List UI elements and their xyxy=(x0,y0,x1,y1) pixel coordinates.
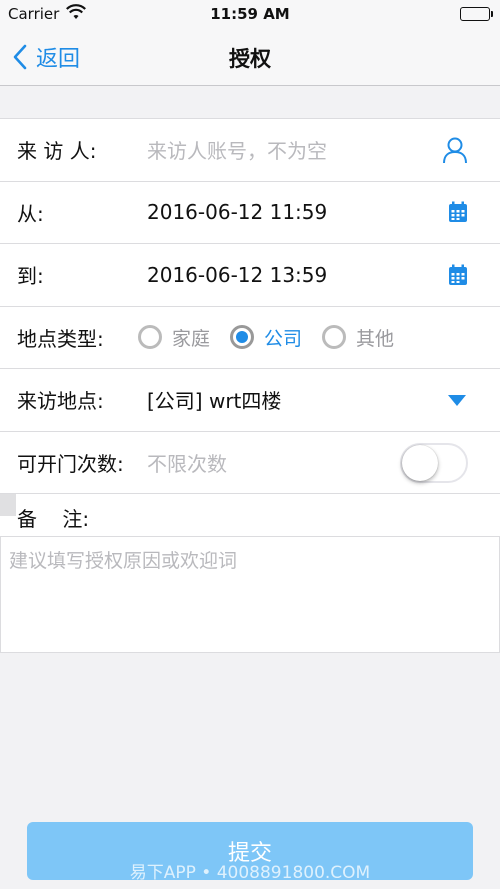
notes-marker xyxy=(0,494,16,516)
location-row[interactable]: 来访地点: [公司] wrt四楼 xyxy=(0,369,500,432)
radio-circle-selected xyxy=(230,325,255,350)
calendar-icon[interactable] xyxy=(448,264,468,286)
battery-icon xyxy=(460,7,493,21)
clock: 11:59 AM xyxy=(210,5,290,23)
open-count-input[interactable]: 不限次数 xyxy=(147,448,227,477)
location-type-label: 地点类型: xyxy=(17,326,104,351)
notes-row: 备 注: xyxy=(0,494,500,536)
authorization-form: 来 访 人: 来访人账号，不为空 从: 2016-06-12 11:59 到: … xyxy=(0,118,500,536)
radio-home[interactable]: 家庭 xyxy=(138,324,210,351)
toggle-knob xyxy=(402,444,438,481)
radio-home-label: 家庭 xyxy=(172,327,211,350)
caret-down-icon[interactable] xyxy=(448,395,466,406)
open-count-label: 可开门次数: xyxy=(17,451,124,476)
to-label: 到: xyxy=(17,264,44,289)
open-count-row: 可开门次数: 不限次数 xyxy=(0,432,500,494)
location-label: 来访地点: xyxy=(17,389,104,414)
location-type-row: 地点类型: 家庭 公司 其他 xyxy=(0,307,500,369)
from-row[interactable]: 从: 2016-06-12 11:59 xyxy=(0,182,500,244)
submit-button[interactable]: 提交 xyxy=(27,822,473,880)
page-title: 授权 xyxy=(229,47,271,71)
location-type-radio-group: 家庭 公司 其他 xyxy=(138,324,414,351)
radio-company-label: 公司 xyxy=(264,327,303,350)
notes-textarea[interactable] xyxy=(0,536,500,653)
radio-company[interactable]: 公司 xyxy=(230,324,302,351)
navigation-bar: 返回 授权 xyxy=(0,28,500,86)
to-row[interactable]: 到: 2016-06-12 13:59 xyxy=(0,244,500,307)
to-datetime-value[interactable]: 2016-06-12 13:59 xyxy=(147,263,327,287)
radio-circle xyxy=(322,325,347,350)
radio-other-label: 其他 xyxy=(356,327,395,350)
status-bar: Carrier 11:59 AM xyxy=(0,0,500,28)
visitor-row[interactable]: 来 访 人: 来访人账号，不为空 xyxy=(0,119,500,182)
from-datetime-value[interactable]: 2016-06-12 11:59 xyxy=(147,200,327,224)
notes-label: 备 注: xyxy=(17,507,90,531)
visitor-account-input[interactable]: 来访人账号，不为空 xyxy=(147,135,327,164)
calendar-icon[interactable] xyxy=(448,201,468,223)
open-count-toggle[interactable] xyxy=(400,442,468,483)
location-select-value[interactable]: [公司] wrt四楼 xyxy=(147,385,281,414)
from-label: 从: xyxy=(17,201,44,226)
radio-circle xyxy=(138,325,162,350)
person-icon[interactable] xyxy=(442,136,468,164)
radio-other[interactable]: 其他 xyxy=(322,324,394,351)
visitor-label: 来 访 人: xyxy=(17,139,97,164)
